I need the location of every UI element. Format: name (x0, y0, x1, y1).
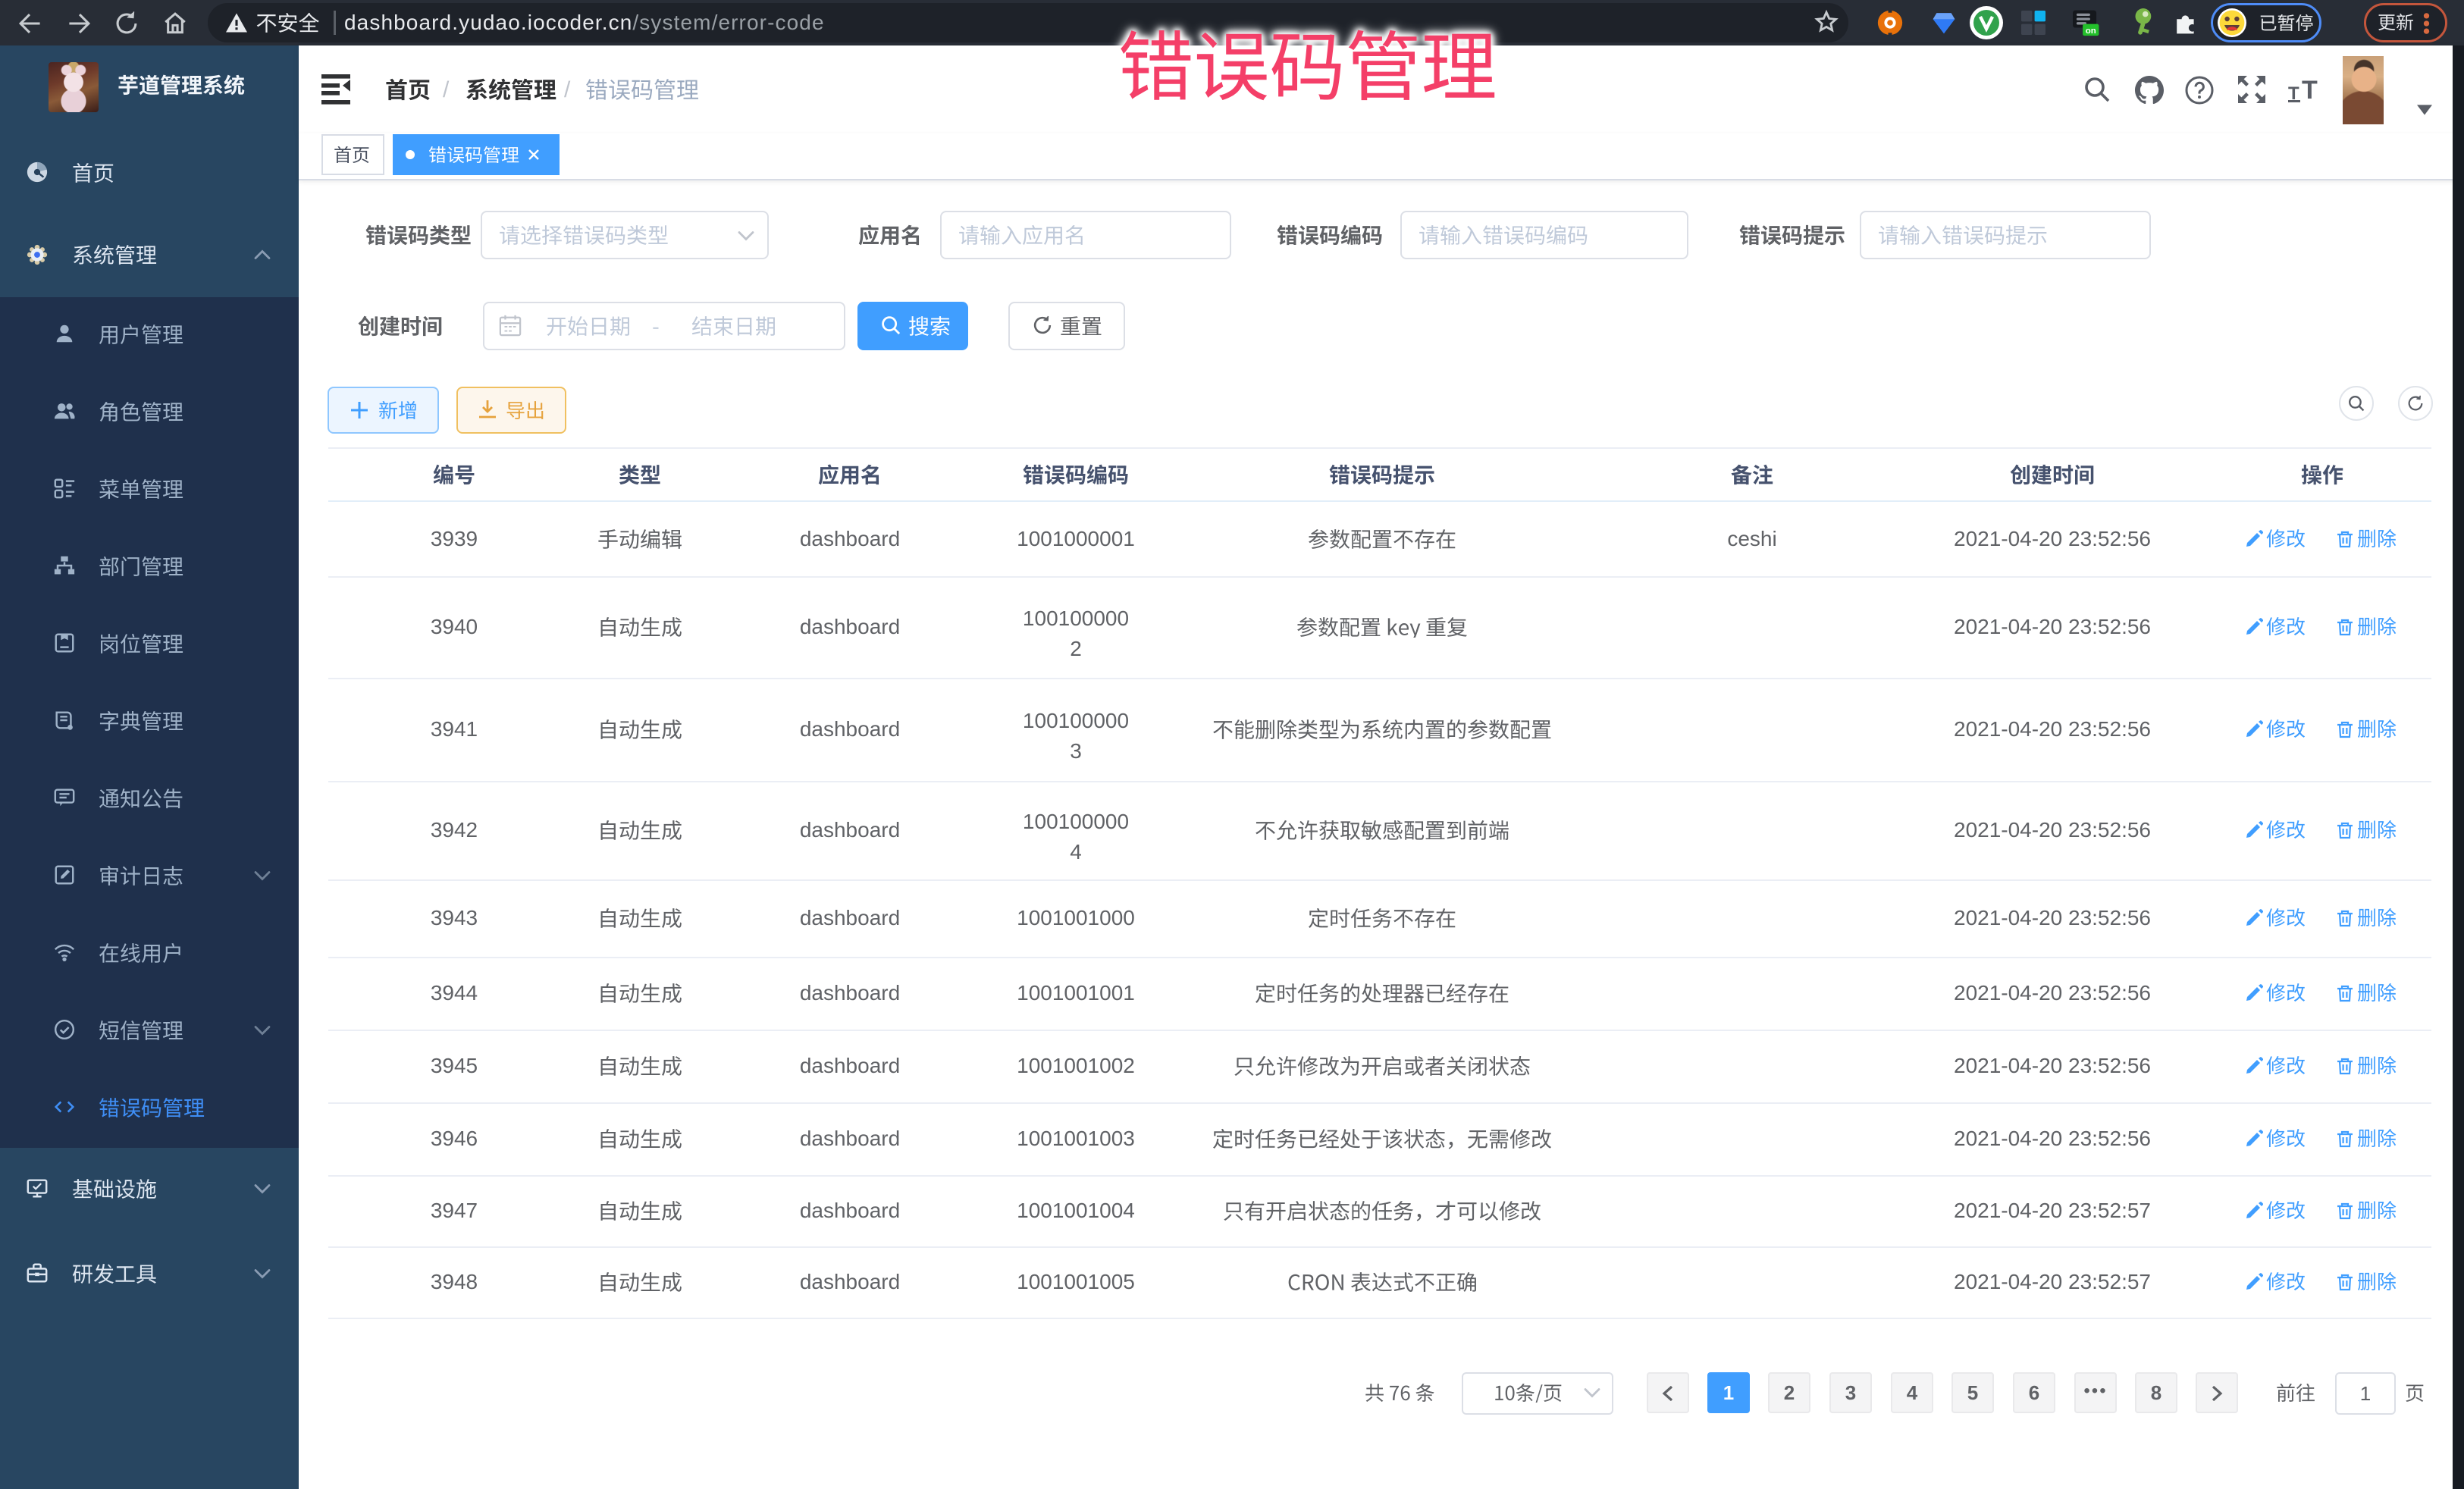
svg-text:on: on (2086, 27, 2096, 36)
